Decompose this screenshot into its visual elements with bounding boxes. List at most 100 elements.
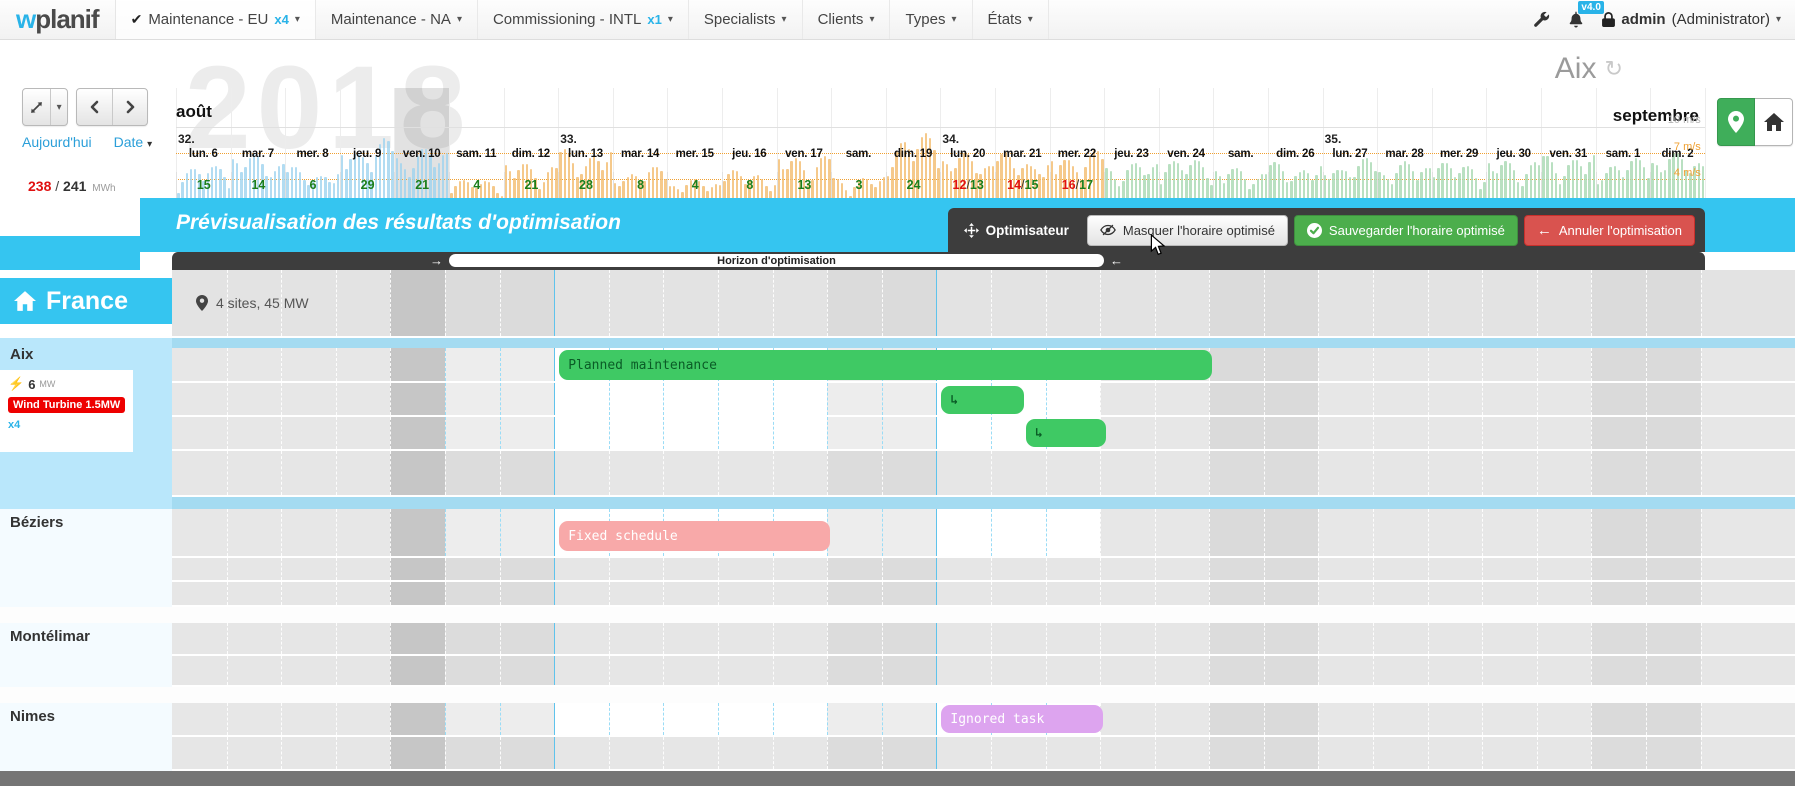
grid-cell[interactable]	[1100, 558, 1155, 580]
grid-cell[interactable]	[445, 737, 500, 769]
grid-cell[interactable]	[663, 737, 718, 769]
grid-cell[interactable]	[390, 417, 445, 449]
grid-cell[interactable]	[1537, 558, 1592, 580]
grid-cell[interactable]	[1209, 737, 1264, 769]
grid-cell[interactable]	[1264, 348, 1319, 381]
save-optimized-schedule-button[interactable]: Sauvegarder l'horaire optimisé	[1294, 215, 1518, 246]
grid-cell[interactable]	[227, 656, 282, 685]
grid-cell[interactable]	[1537, 623, 1592, 654]
grid-cell[interactable]	[1209, 558, 1264, 580]
grid-cell[interactable]	[827, 703, 882, 735]
grid-cell[interactable]	[172, 451, 227, 495]
grid-cell[interactable]	[991, 656, 1046, 685]
grid-cell[interactable]	[500, 623, 555, 654]
grid-cell[interactable]	[1591, 737, 1646, 769]
grid-cell[interactable]	[336, 558, 391, 580]
grid-cell[interactable]	[336, 348, 391, 381]
grid-cell[interactable]	[718, 582, 773, 605]
grid-cell[interactable]	[1155, 703, 1210, 735]
grid-cell[interactable]	[882, 623, 937, 654]
grid-cell[interactable]	[1373, 558, 1428, 580]
grid-cell[interactable]	[1264, 558, 1319, 580]
grid-cell[interactable]	[1264, 417, 1319, 449]
grid-cell[interactable]	[1100, 656, 1155, 685]
grid-cell[interactable]	[390, 582, 445, 605]
grid-cell[interactable]	[609, 737, 664, 769]
grid-cell[interactable]	[1318, 451, 1373, 495]
grid-cell[interactable]	[663, 383, 718, 415]
grid-cell[interactable]	[718, 737, 773, 769]
grid-cell[interactable]	[336, 270, 391, 336]
grid-cell[interactable]	[827, 558, 882, 580]
grid-cell[interactable]	[500, 451, 555, 495]
grid-cell[interactable]	[500, 558, 555, 580]
grid-cell[interactable]	[827, 270, 882, 336]
grid-cell[interactable]	[445, 703, 500, 735]
grid-cell[interactable]	[1537, 348, 1592, 381]
grid-cell[interactable]	[1155, 582, 1210, 605]
grid-cell[interactable]	[227, 703, 282, 735]
site-label-nimes[interactable]: Nimes	[10, 708, 55, 725]
grid-cell[interactable]	[500, 656, 555, 685]
grid-cell[interactable]	[936, 451, 991, 495]
grid-cell[interactable]	[336, 737, 391, 769]
grid-cell[interactable]	[936, 509, 991, 556]
grid-cell[interactable]	[390, 451, 445, 495]
notifications-bell-button[interactable]: v4.0	[1568, 11, 1584, 28]
grid-cell[interactable]	[1318, 348, 1373, 381]
grid-cell[interactable]	[1046, 383, 1101, 415]
grid-cell[interactable]	[445, 270, 500, 336]
grid-cell[interactable]	[445, 582, 500, 605]
grid-cell[interactable]	[1646, 582, 1701, 605]
grid-cell[interactable]	[445, 417, 500, 449]
grid-cell[interactable]	[609, 451, 664, 495]
asset-badge[interactable]: Wind Turbine 1.5MW	[8, 397, 125, 413]
grid-cell[interactable]	[609, 703, 664, 735]
grid-cell[interactable]	[936, 417, 991, 449]
grid-cell[interactable]	[773, 451, 828, 495]
grid-cell[interactable]	[445, 509, 500, 556]
grid-cell[interactable]	[609, 558, 664, 580]
grid-cell[interactable]	[1318, 417, 1373, 449]
grid-cell[interactable]	[390, 656, 445, 685]
grid-cell[interactable]	[1046, 656, 1101, 685]
grid-cell[interactable]	[1482, 417, 1537, 449]
nav-item--tats[interactable]: États▾	[973, 0, 1049, 39]
optimizer-drag-handle[interactable]: Optimisateur	[964, 223, 1069, 238]
grid-cell[interactable]	[1428, 509, 1483, 556]
grid-cell[interactable]	[1428, 656, 1483, 685]
nav-item-commissioning-intl[interactable]: Commissioning - INTLx1▾	[478, 0, 689, 39]
site-label-aix[interactable]: Aix	[10, 346, 33, 363]
grid-cell[interactable]	[663, 703, 718, 735]
grid-cell[interactable]	[1591, 348, 1646, 381]
grid-cell[interactable]	[1046, 558, 1101, 580]
grid-cell[interactable]	[1155, 737, 1210, 769]
grid-cell[interactable]	[172, 623, 227, 654]
grid-cell[interactable]	[554, 656, 609, 685]
grid-cell[interactable]	[609, 623, 664, 654]
grid-cell[interactable]	[1209, 348, 1264, 381]
grid-cell[interactable]	[1264, 509, 1319, 556]
grid-cell[interactable]	[936, 656, 991, 685]
grid-cell[interactable]	[773, 383, 828, 415]
grid-cell[interactable]	[1155, 451, 1210, 495]
sidebar-group-france[interactable]: France	[0, 278, 172, 324]
grid-cell[interactable]	[227, 509, 282, 556]
grid-cell[interactable]	[882, 582, 937, 605]
grid-cell[interactable]	[827, 451, 882, 495]
grid-cell[interactable]	[1428, 558, 1483, 580]
grid-cell[interactable]	[336, 656, 391, 685]
grid-cell[interactable]	[445, 348, 500, 381]
grid-cell[interactable]	[1537, 656, 1592, 685]
grid-cell[interactable]	[554, 558, 609, 580]
grid-cell[interactable]	[991, 582, 1046, 605]
grid-cell[interactable]	[1373, 509, 1428, 556]
grid-cell[interactable]	[1318, 509, 1373, 556]
grid-cell[interactable]	[991, 451, 1046, 495]
grid-cell[interactable]	[336, 582, 391, 605]
grid-cell[interactable]	[1100, 270, 1155, 336]
grid-cell[interactable]	[1209, 270, 1264, 336]
grid-cell[interactable]	[1482, 703, 1537, 735]
grid-cell[interactable]	[1155, 623, 1210, 654]
nav-item-maintenance-eu[interactable]: ✔Maintenance - EUx4▾	[116, 0, 316, 39]
